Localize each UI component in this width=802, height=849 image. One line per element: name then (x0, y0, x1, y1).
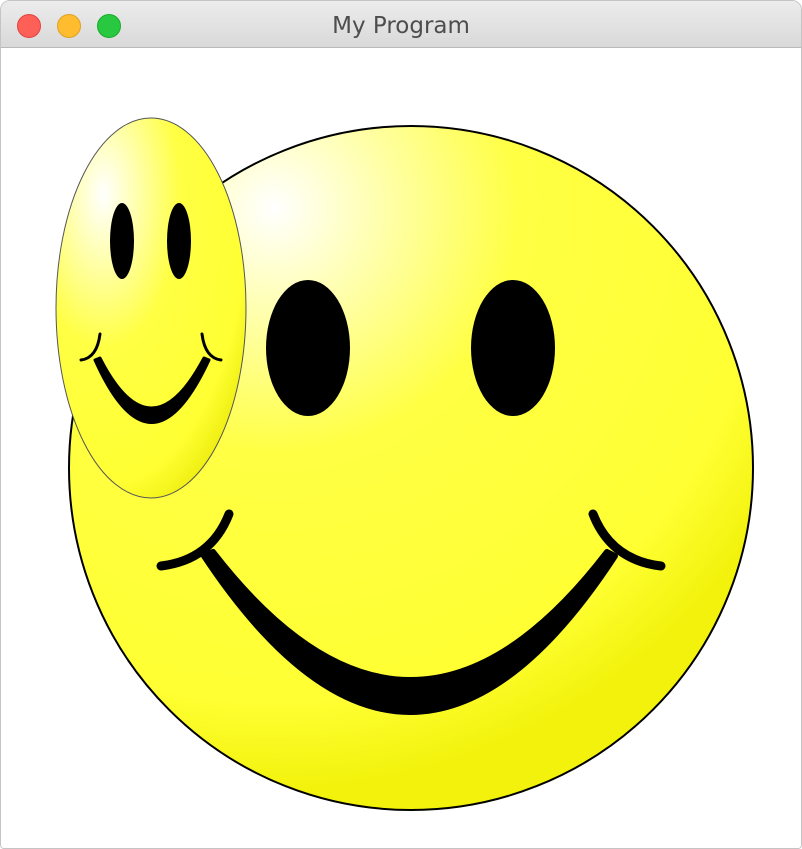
app-window: My Program (0, 0, 802, 849)
small-smiley-face (55, 117, 247, 499)
small-right-eye (167, 203, 191, 279)
big-left-eye (266, 280, 350, 416)
drawing-canvas (1, 48, 801, 848)
window-title: My Program (332, 13, 470, 39)
smiley-drawing (55, 117, 754, 811)
big-right-eye (471, 280, 555, 416)
small-face-ellipse (55, 117, 247, 499)
small-left-eye (110, 203, 134, 279)
title-bar[interactable]: My Program (1, 1, 801, 48)
